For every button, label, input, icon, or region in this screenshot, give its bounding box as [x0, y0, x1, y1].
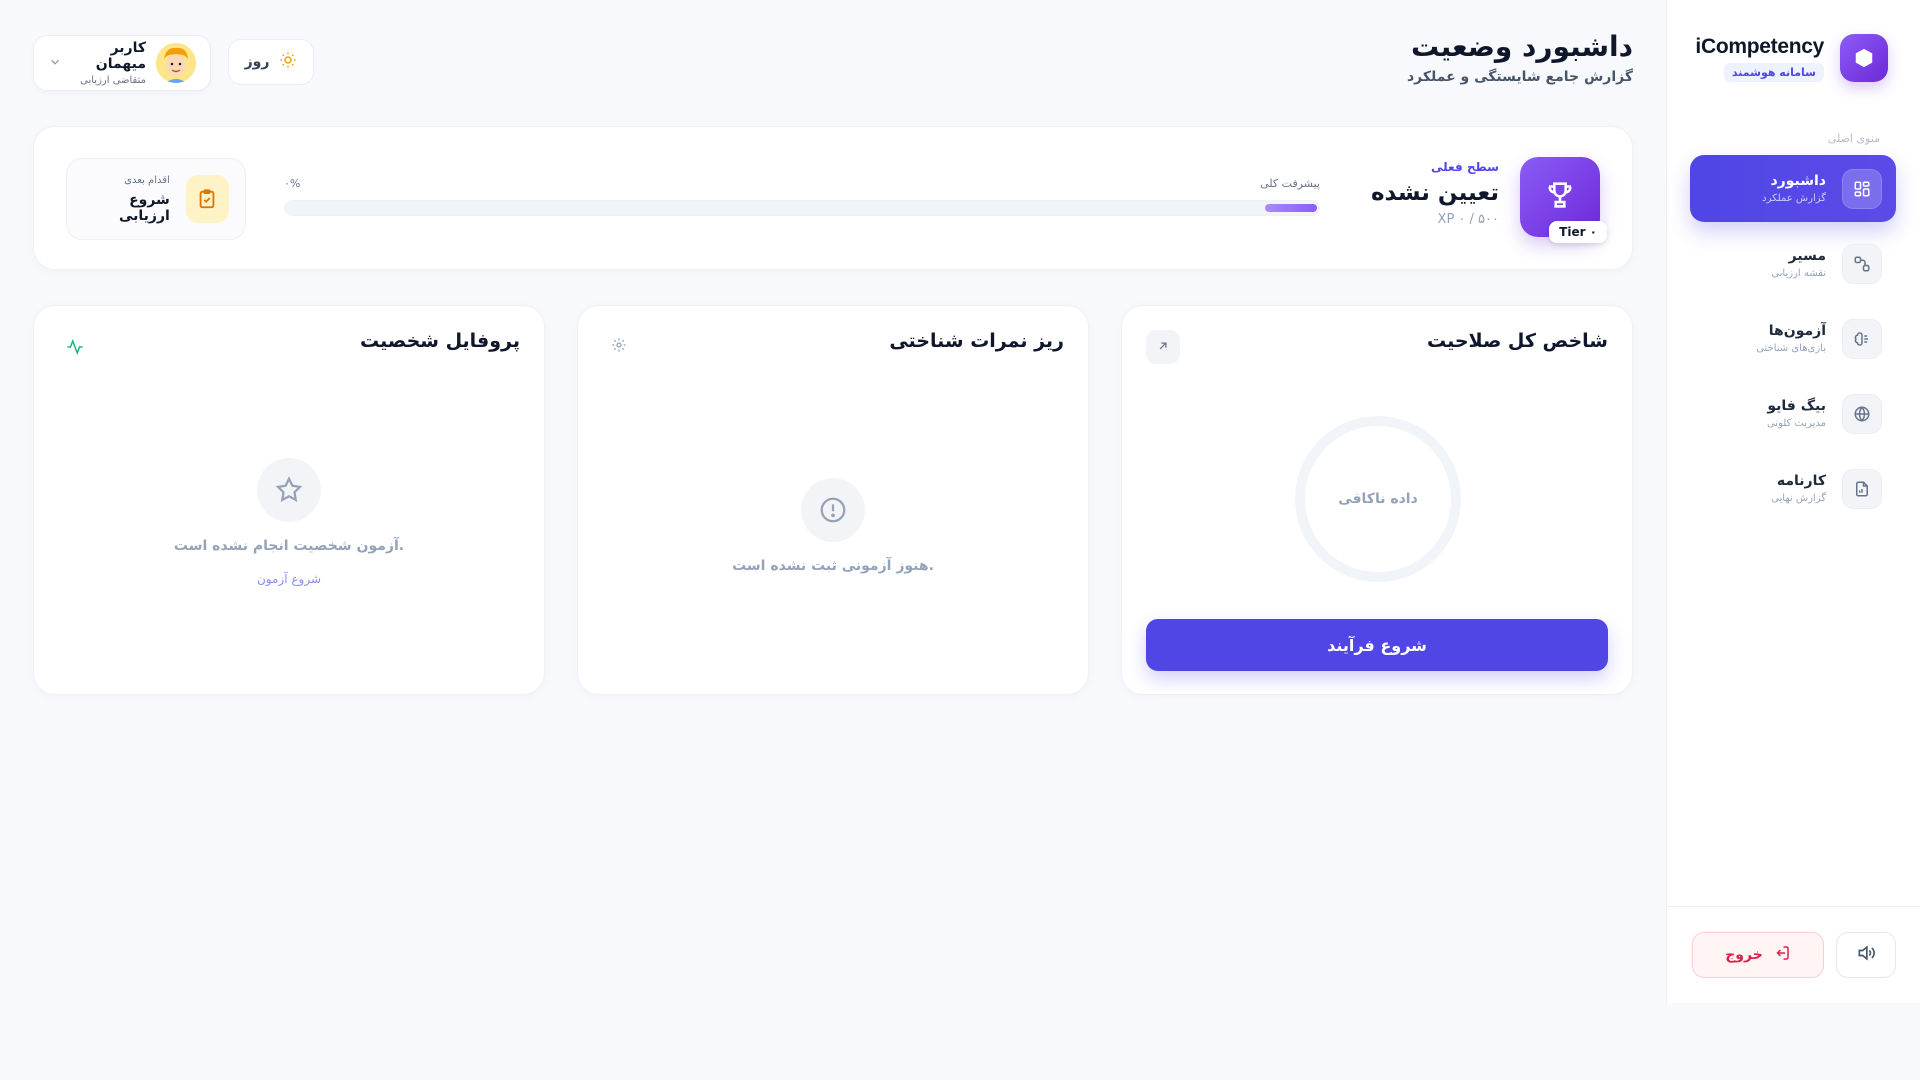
sidebar-nav: داشبورد گزارش عملکرد مسیر نقشه ارزیابی آ… — [1690, 155, 1896, 530]
brand[interactable]: iCompetency سامانه هوشمند — [1695, 34, 1888, 82]
star-icon — [257, 458, 321, 522]
arrow-up-right-icon — [1156, 338, 1170, 357]
card-title: پروفایل شخصیت — [359, 330, 520, 352]
sidebar-item-big-five[interactable]: بیگ فایو مدیریت کلونی — [1690, 380, 1896, 447]
sidebar: iCompetency سامانه هوشمند منوی اصلی داشب… — [1666, 0, 1920, 1003]
card-title: شاخص کل صلاحیت — [1426, 330, 1608, 352]
sidebar-item-sub: گزارش نهایی — [1771, 493, 1826, 504]
progress-percent: ۰% — [284, 177, 301, 190]
grid-icon — [1842, 168, 1882, 209]
tier-badge: Tier ۰ — [1549, 221, 1607, 243]
brand-tagline: سامانه هوشمند — [1723, 62, 1824, 82]
sidebar-item-tests[interactable]: آزمون‌ها بازی‌های شناختی — [1690, 305, 1896, 372]
user-role: متقاضی ارزیابی — [80, 75, 146, 86]
menu-caption: منوی اصلی — [1827, 132, 1880, 145]
progress-fill — [1265, 204, 1317, 212]
cognitive-scores-card: ریز نمرات شناختی هنوز آزمونی ثبت نشده اس… — [577, 305, 1089, 695]
sound-button[interactable] — [1836, 932, 1896, 978]
empty-state-text: هنوز آزمونی ثبت نشده است. — [732, 558, 934, 574]
avatar — [156, 43, 196, 83]
empty-state-text: آزمون شخصیت انجام نشده است. — [173, 538, 405, 554]
progress-track — [284, 200, 1320, 216]
sidebar-item-label: مسیر — [1788, 248, 1826, 264]
card-title: ریز نمرات شناختی — [889, 330, 1064, 352]
user-name: کاربر میهمان — [95, 40, 146, 72]
hexagon-logo-icon — [1840, 34, 1888, 82]
brain-icon — [1842, 318, 1882, 359]
logout-button[interactable]: خروج — [1692, 932, 1824, 978]
chevron-down-icon — [48, 54, 62, 73]
clipboard-icon — [185, 175, 229, 223]
expand-button[interactable] — [1146, 330, 1180, 364]
personality-profile-card: پروفایل شخصیت آزمون شخصیت انجام نشده است… — [33, 305, 545, 695]
theme-toggle-button[interactable]: روز — [228, 39, 314, 85]
level-caption: سطح فعلی — [1431, 160, 1499, 174]
globe-icon — [1842, 393, 1882, 434]
route-icon — [1842, 243, 1882, 284]
gear-icon — [611, 337, 627, 357]
alert-circle-icon — [801, 478, 865, 542]
competency-gauge: داده ناکافی — [1295, 416, 1461, 582]
next-step-button[interactable]: اقدام بعدی شروع ارزیابی — [66, 158, 246, 240]
next-step-caption: اقدام بعدی — [124, 174, 170, 186]
sidebar-item-sub: بازی‌های شناختی — [1756, 343, 1826, 354]
sidebar-item-label: آزمون‌ها — [1768, 323, 1826, 339]
speaker-icon — [1856, 943, 1876, 967]
user-menu[interactable]: کاربر میهمان متقاضی ارزیابی — [33, 35, 211, 91]
page-title: داشبورد وضعیت — [1410, 30, 1634, 63]
competency-card: شاخص کل صلاحیت داده ناکافی شروع فرآیند — [1121, 305, 1633, 695]
sidebar-item-sub: مدیریت کلونی — [1766, 418, 1826, 429]
activity-icon — [58, 330, 92, 364]
overall-progress: پیشرفت کلی ۰% — [284, 177, 1320, 216]
next-step-label: شروع ارزیابی — [118, 191, 170, 224]
settings-button[interactable] — [602, 330, 636, 364]
start-process-button[interactable]: شروع فرآیند — [1146, 619, 1608, 671]
sidebar-item-sub: گزارش عملکرد — [1762, 193, 1826, 204]
status-card: Tier ۰ سطح فعلی تعیین نشده XP ۰ / ۵۰۰ پی… — [33, 126, 1633, 270]
logout-label: خروج — [1725, 947, 1763, 963]
xp-counter: XP ۰ / ۵۰۰ — [1437, 212, 1499, 227]
level-info: سطح فعلی تعیین نشده XP ۰ / ۵۰۰ — [1371, 160, 1499, 227]
sun-icon — [279, 51, 297, 73]
sidebar-item-label: بیگ فایو — [1767, 398, 1826, 414]
sidebar-item-label: کارنامه — [1776, 473, 1826, 489]
progress-label: پیشرفت کلی — [1260, 177, 1320, 190]
start-test-link[interactable]: شروع آزمون — [34, 572, 544, 586]
sidebar-item-dashboard[interactable]: داشبورد گزارش عملکرد — [1690, 155, 1896, 222]
sidebar-item-label: داشبورد — [1770, 173, 1827, 189]
theme-label: روز — [244, 54, 270, 70]
trophy-icon — [1543, 178, 1577, 216]
report-icon — [1842, 468, 1882, 509]
logout-icon — [1773, 944, 1791, 966]
brand-name: iCompetency — [1695, 34, 1824, 58]
sidebar-item-report-card[interactable]: کارنامه گزارش نهایی — [1690, 455, 1896, 522]
page-header: داشبورد وضعیت گزارش جامع شایستگی و عملکر… — [1406, 30, 1634, 85]
sidebar-footer: خروج — [1667, 906, 1920, 1003]
page-subtitle: گزارش جامع شایستگی و عملکرد — [1406, 69, 1633, 85]
level-value: تعیین نشده — [1370, 180, 1499, 206]
gauge-text: داده ناکافی — [1338, 491, 1418, 507]
sidebar-item-sub: نقشه ارزیابی — [1771, 268, 1826, 279]
sidebar-item-route[interactable]: مسیر نقشه ارزیابی — [1690, 230, 1896, 297]
